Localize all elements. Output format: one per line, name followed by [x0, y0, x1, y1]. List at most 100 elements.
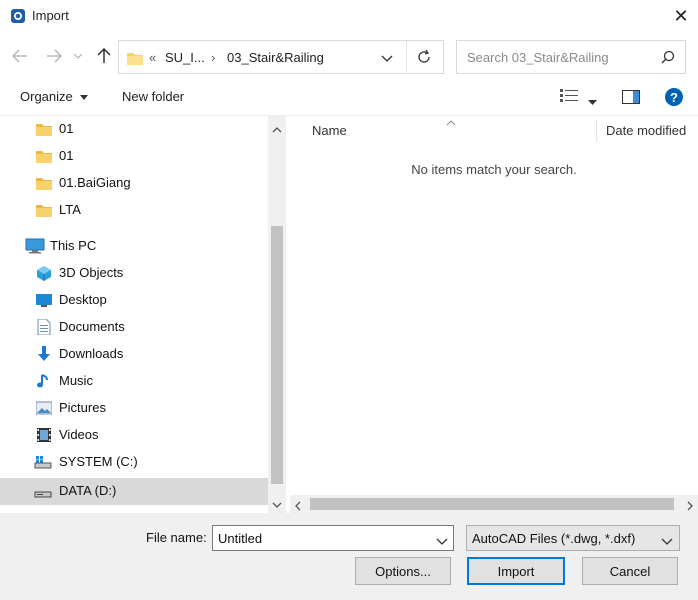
sidebar-item-pictures[interactable]: Pictures — [0, 395, 268, 422]
sidebar-item-label: 01.BaiGiang — [59, 175, 131, 190]
search-input[interactable]: Search 03_Stair&Railing — [467, 50, 609, 65]
system-drive-icon — [34, 454, 52, 472]
chevron-down-icon — [661, 533, 673, 548]
address-bar[interactable]: « SU_I... › 03_Stair&Railing — [118, 40, 444, 74]
sidebar-item-label: DATA (D:) — [59, 483, 117, 498]
app-icon — [10, 8, 26, 24]
new-folder-button[interactable]: New folder — [122, 89, 184, 104]
sidebar-item-desktop[interactable]: Desktop — [0, 287, 268, 314]
back-arrow-icon — [12, 49, 27, 63]
sidebar-item-label: 3D Objects — [59, 265, 124, 280]
folder-icon — [36, 121, 54, 139]
file-type-select[interactable]: AutoCAD Files (*.dwg, *.dxf) — [466, 525, 680, 551]
address-dropdown-icon[interactable] — [381, 51, 393, 66]
svg-text:?: ? — [670, 90, 678, 105]
3d-objects-icon — [36, 265, 54, 283]
sidebar-item-folder[interactable]: LTA — [0, 197, 268, 224]
sidebar-item-label: Music — [59, 373, 93, 388]
scroll-up-icon[interactable] — [272, 121, 282, 136]
documents-icon — [36, 318, 54, 337]
folder-icon — [36, 202, 54, 220]
column-header-name[interactable]: Name — [312, 123, 347, 138]
sidebar-item-documents[interactable]: Documents — [0, 314, 268, 341]
file-name-field[interactable]: Untitled — [212, 525, 454, 551]
close-button[interactable]: ✕ — [664, 0, 698, 32]
scroll-right-icon[interactable] — [687, 499, 693, 514]
preview-pane-icon[interactable] — [622, 90, 640, 107]
chevron-down-icon — [74, 53, 82, 59]
command-bar: Organize New folder ? — [0, 84, 698, 112]
computer-icon — [25, 238, 45, 256]
refresh-icon[interactable] — [417, 49, 431, 68]
sort-arrow-icon — [446, 114, 456, 129]
close-icon: ✕ — [673, 5, 689, 26]
file-type-value: AutoCAD Files (*.dwg, *.dxf) — [472, 531, 636, 546]
import-button[interactable]: Import — [467, 557, 565, 585]
sidebar-item-label: 01 — [59, 121, 74, 136]
sidebar-item-label: Pictures — [59, 400, 106, 415]
breadcrumb-overflow[interactable]: « — [149, 50, 156, 65]
sidebar-item-folder[interactable]: 01 — [0, 143, 268, 170]
address-separator — [406, 41, 407, 73]
cancel-button[interactable]: Cancel — [582, 557, 678, 585]
up-button[interactable] — [94, 46, 114, 66]
view-dropdown-icon[interactable] — [588, 93, 597, 108]
sidebar-item-label: SYSTEM (C:) — [59, 454, 138, 469]
pictures-icon — [35, 400, 54, 418]
folder-icon — [127, 51, 143, 68]
sidebar-item-label: This PC — [50, 238, 97, 253]
sidebar-item-label: Videos — [59, 427, 99, 442]
breadcrumb-separator[interactable]: › — [211, 50, 215, 65]
bottom-panel: File name: Untitled AutoCAD Files (*.dwg… — [0, 513, 698, 600]
recent-locations-button[interactable] — [68, 46, 88, 66]
search-icon — [661, 50, 675, 67]
downloads-icon — [36, 346, 54, 364]
help-icon[interactable]: ? — [664, 87, 684, 110]
window-title: Import — [32, 8, 69, 23]
sidebar-item-videos[interactable]: Videos — [0, 422, 268, 449]
sidebar-item-downloads[interactable]: Downloads — [0, 341, 268, 368]
scroll-left-icon[interactable] — [295, 499, 301, 514]
title-bar: Import ✕ — [0, 0, 698, 32]
sidebar-item-system-drive[interactable]: SYSTEM (C:) — [0, 449, 268, 476]
organize-label: Organize — [20, 89, 73, 104]
empty-message: No items match your search. — [411, 162, 577, 177]
sidebar-item-label: Desktop — [59, 292, 107, 307]
file-list-scrollbar[interactable] — [290, 495, 698, 513]
scroll-down-icon[interactable] — [272, 496, 282, 511]
music-icon — [36, 373, 54, 391]
forward-button[interactable] — [44, 46, 64, 66]
sidebar-item-label: Documents — [59, 319, 125, 334]
breadcrumb-item[interactable]: SU_I... — [165, 50, 205, 65]
file-list-pane: Name Date modified No items match your s… — [290, 116, 698, 513]
sidebar-item-folder[interactable]: 01.BaiGiang — [0, 170, 268, 197]
sidebar-item-data-drive[interactable]: DATA (D:) — [0, 478, 268, 505]
search-box[interactable]: Search 03_Stair&Railing — [456, 40, 686, 74]
videos-icon — [36, 427, 54, 445]
scrollbar-thumb[interactable] — [271, 226, 283, 484]
breadcrumb-current[interactable]: 03_Stair&Railing — [227, 50, 324, 65]
sidebar-scrollbar[interactable] — [268, 116, 286, 513]
sidebar-item-3d-objects[interactable]: 3D Objects — [0, 260, 268, 287]
column-header-date-modified[interactable]: Date modified — [606, 123, 686, 138]
sidebar-item-label: LTA — [59, 202, 81, 217]
chevron-down-icon — [80, 95, 89, 101]
up-arrow-icon — [97, 48, 111, 63]
folder-icon — [36, 175, 54, 193]
scrollbar-thumb[interactable] — [310, 498, 674, 510]
file-name-label: File name: — [146, 530, 207, 545]
options-button[interactable]: Options... — [355, 557, 451, 585]
navigation-bar: « SU_I... › 03_Stair&Railing Search 03_S… — [0, 36, 698, 76]
sidebar-item-music[interactable]: Music — [0, 368, 268, 395]
file-name-value[interactable]: Untitled — [218, 531, 262, 546]
organize-menu[interactable]: Organize — [20, 89, 89, 104]
view-options-icon[interactable] — [560, 88, 578, 105]
column-separator[interactable] — [596, 120, 597, 142]
chevron-down-icon[interactable] — [436, 533, 448, 548]
sidebar-item-folder[interactable]: 01 — [0, 116, 268, 143]
sidebar-item-this-pc[interactable]: This PC — [0, 233, 268, 260]
navigation-pane: 01 01 01.BaiGiang LTA This PC 3D Objects… — [0, 116, 288, 513]
sidebar-item-label: Downloads — [59, 346, 124, 361]
forward-arrow-icon — [47, 49, 62, 63]
back-button[interactable] — [10, 46, 30, 66]
